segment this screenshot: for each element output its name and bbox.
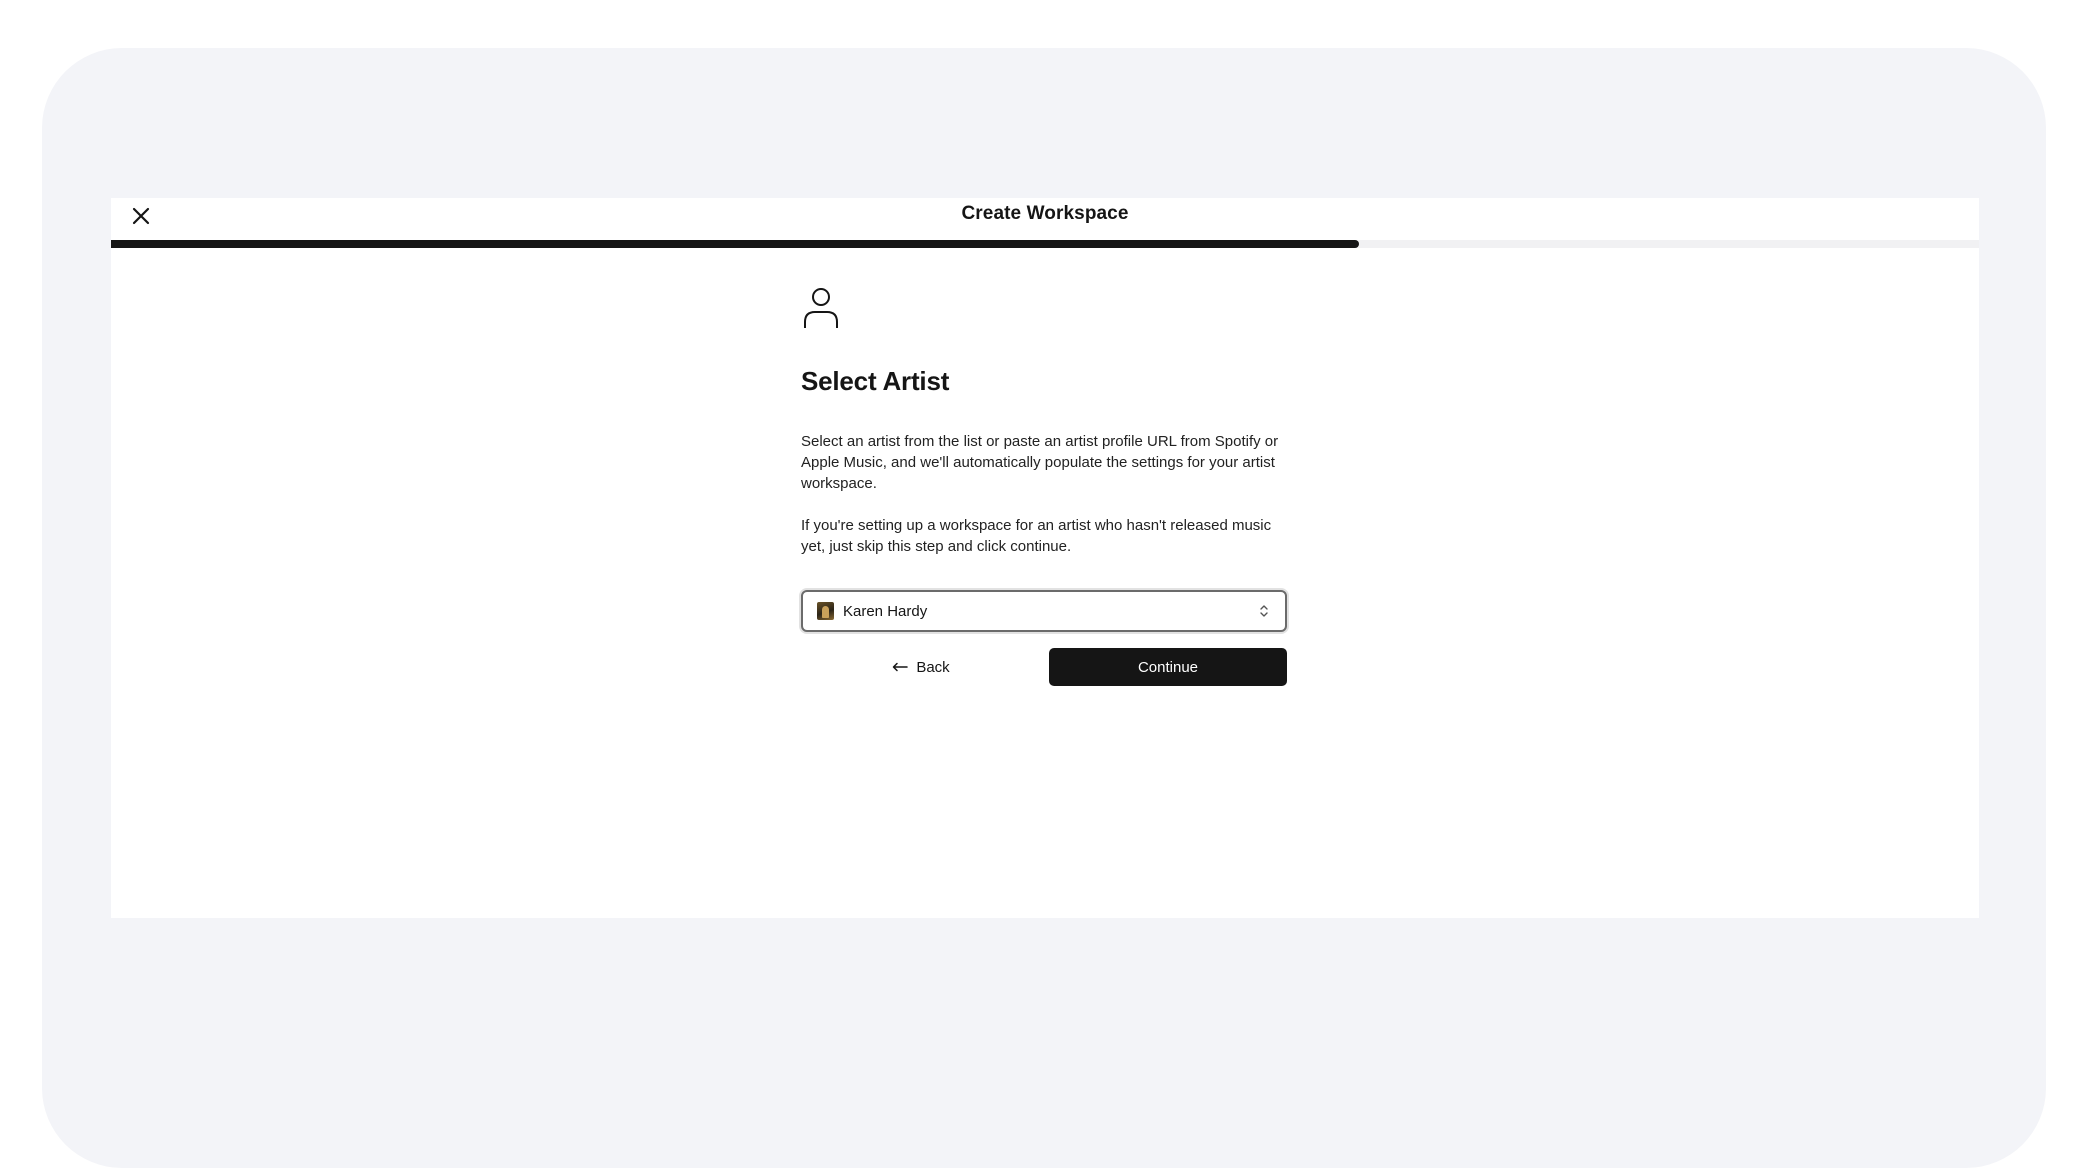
artist-select-value: Karen Hardy <box>843 602 928 620</box>
step-content: Select Artist Select an artist from the … <box>801 286 1289 686</box>
artist-select[interactable]: Karen Hardy <box>801 590 1287 632</box>
arrow-left-icon <box>893 662 909 672</box>
step-description: Select an artist from the list or paste … <box>801 433 1279 492</box>
step-actions: Back Continue <box>801 648 1289 686</box>
continue-button[interactable]: Continue <box>1049 648 1287 686</box>
back-button-label: Back <box>916 658 950 676</box>
progress-bar <box>111 240 1979 248</box>
chevron-up-down-icon <box>1260 605 1268 617</box>
header: Create Workspace <box>111 198 1979 240</box>
step-heading: Select Artist <box>801 366 950 396</box>
artist-avatar <box>817 602 834 620</box>
user-icon <box>804 288 838 328</box>
step-skip-hint: If you're setting up a workspace for an … <box>801 517 1272 555</box>
back-button[interactable]: Back <box>801 648 1041 686</box>
continue-button-label: Continue <box>1137 658 1199 676</box>
create-workspace-panel: Create Workspace Select Artist Select an… <box>111 198 1979 918</box>
page-title: Create Workspace <box>961 203 1129 224</box>
progress-fill <box>111 240 1359 248</box>
